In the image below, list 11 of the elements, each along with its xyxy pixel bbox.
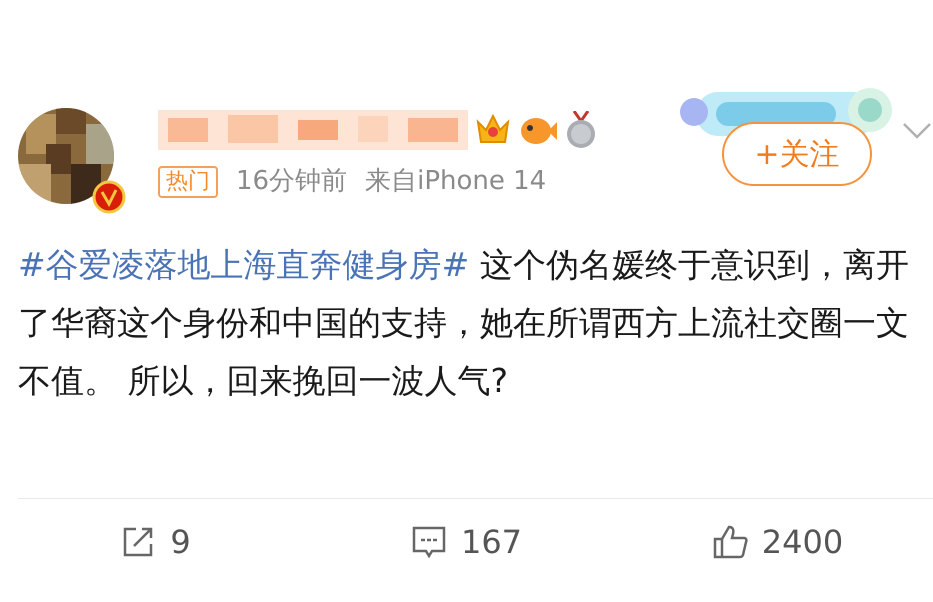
- like-button[interactable]: 2400: [712, 518, 844, 566]
- thumbs-up-icon: [712, 524, 748, 560]
- repost-button[interactable]: 9: [120, 518, 191, 566]
- comment-button[interactable]: 167: [410, 518, 522, 566]
- post-text: #谷爱凌落地上海直奔健身房# 这个伪名媛终于意识到，离开了华裔这个身份和中国的支持，她在所谓西方上流社交圈一文不值。 所以，回来挽回一波人气?: [18, 244, 910, 402]
- hot-tag: 热门: [158, 166, 218, 198]
- topic-link[interactable]: #谷爱凌落地上海直奔健身房#: [18, 245, 470, 284]
- comment-icon: [410, 524, 447, 560]
- post-time: 16分钟前: [236, 165, 348, 198]
- medal-icon[interactable]: [564, 111, 598, 149]
- post-source: 来自iPhone 14: [365, 165, 546, 198]
